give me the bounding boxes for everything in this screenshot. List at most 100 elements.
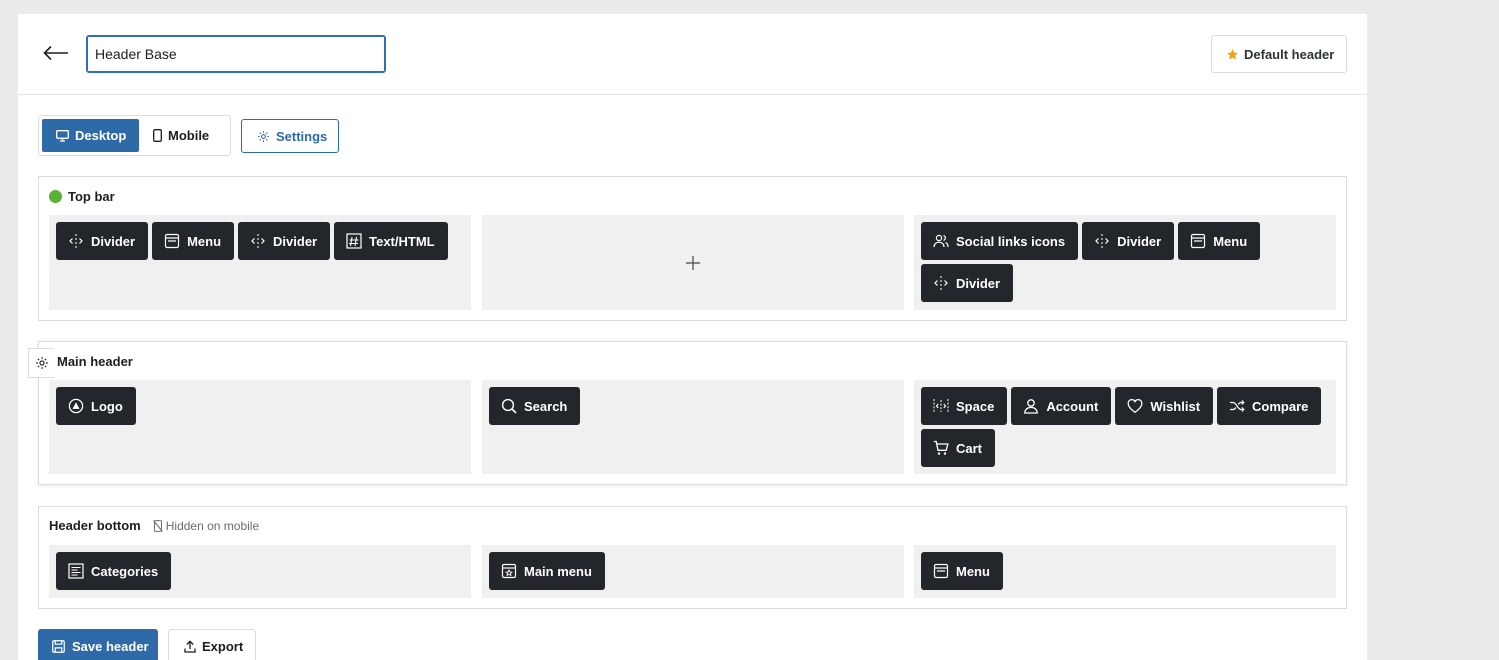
tab-desktop-label: Desktop [75, 128, 127, 143]
element-chip-label: Wishlist [1150, 398, 1201, 414]
element-chip-label: Account [1046, 398, 1099, 414]
element-chip-label: Menu [187, 233, 222, 249]
zone-left: Logo [49, 380, 471, 474]
element-chip-main-menu[interactable]: Main menu [489, 552, 605, 590]
users-icon [933, 234, 949, 248]
element-chip-label: Menu [956, 563, 990, 579]
element-chip-account[interactable]: Account [1011, 387, 1112, 425]
main-menu-icon [501, 563, 517, 579]
element-chip-label: Divider [273, 233, 318, 249]
zone-right: Social links icons Divider Menu Divider [914, 215, 1336, 310]
element-chip-compare[interactable]: Compare [1217, 387, 1322, 425]
divider-icon [934, 276, 948, 290]
element-chip-divider[interactable]: Divider [921, 264, 1014, 302]
header-builder-panel: Default header Desktop Mobile Settings T… [18, 14, 1367, 660]
element-chip-cart[interactable]: Cart [921, 429, 996, 467]
divider-icon [1095, 234, 1109, 248]
element-chip-text-html[interactable]: Text/HTML [334, 222, 448, 260]
save-header-label: Save header [72, 638, 149, 654]
element-chip-label: Divider [91, 233, 136, 249]
element-chip-menu[interactable]: Menu [152, 222, 235, 260]
element-chip-label: Divider [1117, 233, 1162, 249]
element-chip-label: Cart [956, 440, 983, 456]
zone-right: Space Account Wishlist Compare Cart [914, 380, 1336, 474]
arrow-left-icon [43, 45, 68, 61]
element-chip-menu[interactable]: Menu [1178, 222, 1261, 260]
tab-mobile[interactable]: Mobile [153, 119, 227, 152]
heart-icon [1127, 398, 1143, 413]
element-chip-space[interactable]: Space [921, 387, 1008, 425]
element-chip-divider[interactable]: Divider [238, 222, 331, 260]
element-chip-label: Text/HTML [369, 233, 435, 249]
export-label: Export [202, 638, 244, 654]
shuffle-icon [1230, 400, 1245, 412]
element-chip-label: Space [956, 398, 995, 414]
element-chip-divider[interactable]: Divider [56, 222, 149, 260]
menu-icon [164, 233, 180, 249]
row-title-header-bottom: Header bottom Hidden on mobile [49, 518, 259, 533]
back-button[interactable] [42, 40, 70, 66]
settings-button[interactable]: Settings [241, 119, 339, 153]
zone-left: Divider Menu Divider Text/HTML [49, 215, 471, 310]
header-name-input[interactable] [86, 35, 386, 73]
row-main-header: Main header Logo Search Space Account Wish… [28, 341, 1347, 485]
element-chip-label: Logo [91, 398, 123, 414]
header-name-bar: Default header [18, 14, 1367, 95]
gear-icon [258, 130, 269, 142]
mobile-off-icon [152, 519, 163, 532]
element-chip-menu[interactable]: Menu [921, 552, 1003, 590]
menu-icon [1191, 233, 1206, 249]
divider-icon [69, 234, 83, 248]
element-chip-label: Divider [956, 275, 1001, 291]
hidden-note-label: Hidden on mobile [165, 518, 260, 533]
element-chip-social-links-icons[interactable]: Social links icons [921, 222, 1079, 260]
element-chip-label: Social links icons [956, 233, 1066, 249]
star-icon [1227, 48, 1238, 59]
device-switcher: Desktop Mobile [38, 115, 231, 156]
row-title-label: Main header [57, 354, 133, 369]
settings-label: Settings [276, 128, 328, 144]
mobile-icon [153, 129, 162, 142]
gear-icon [35, 357, 48, 369]
divider-icon [251, 234, 265, 248]
hash-icon [346, 233, 362, 249]
row-title-top-bar: Top bar [49, 189, 115, 204]
cart-icon [933, 440, 949, 455]
default-header-label: Default header [1244, 46, 1335, 62]
zone-left: Categories [49, 545, 471, 598]
hidden-on-mobile-note: Hidden on mobile [152, 518, 260, 533]
element-chip-label: Categories [91, 563, 159, 579]
account-icon [1024, 399, 1039, 414]
export-button[interactable]: Export [168, 629, 256, 660]
row-settings-button[interactable] [28, 348, 54, 378]
element-chip-label: Main menu [524, 563, 592, 579]
menu-icon [933, 563, 949, 579]
zone-center: Search [482, 380, 904, 474]
zone-right: Menu [914, 545, 1336, 598]
element-chip-wishlist[interactable]: Wishlist [1115, 387, 1214, 425]
save-icon [52, 639, 65, 653]
tab-desktop[interactable]: Desktop [42, 119, 139, 152]
desktop-icon [56, 129, 69, 142]
element-chip-label: Menu [1213, 233, 1248, 249]
plus-icon [686, 255, 700, 270]
status-dot [49, 190, 62, 203]
default-header-button[interactable]: Default header [1211, 35, 1347, 73]
row-title-label: Top bar [68, 189, 115, 204]
space-icon [933, 399, 949, 413]
search-icon [501, 398, 517, 414]
element-chip-label: Search [524, 398, 568, 414]
element-chip-divider[interactable]: Divider [1082, 222, 1175, 260]
element-chip-categories[interactable]: Categories [56, 552, 172, 590]
element-chip-label: Compare [1252, 398, 1309, 414]
row-title-main-header: Main header [57, 354, 133, 369]
element-chip-search[interactable]: Search [489, 387, 581, 425]
logo-icon [68, 398, 84, 414]
categories-icon [68, 563, 84, 579]
upload-icon [184, 639, 196, 653]
zone-center-add[interactable] [482, 215, 904, 310]
save-header-button[interactable]: Save header [38, 629, 158, 660]
row-header-bottom: Header bottom Hidden on mobile Categorie… [38, 506, 1347, 609]
element-chip-logo[interactable]: Logo [56, 387, 136, 425]
row-top-bar: Top bar Divider Menu Divider Text/HTML Soci… [38, 176, 1347, 321]
